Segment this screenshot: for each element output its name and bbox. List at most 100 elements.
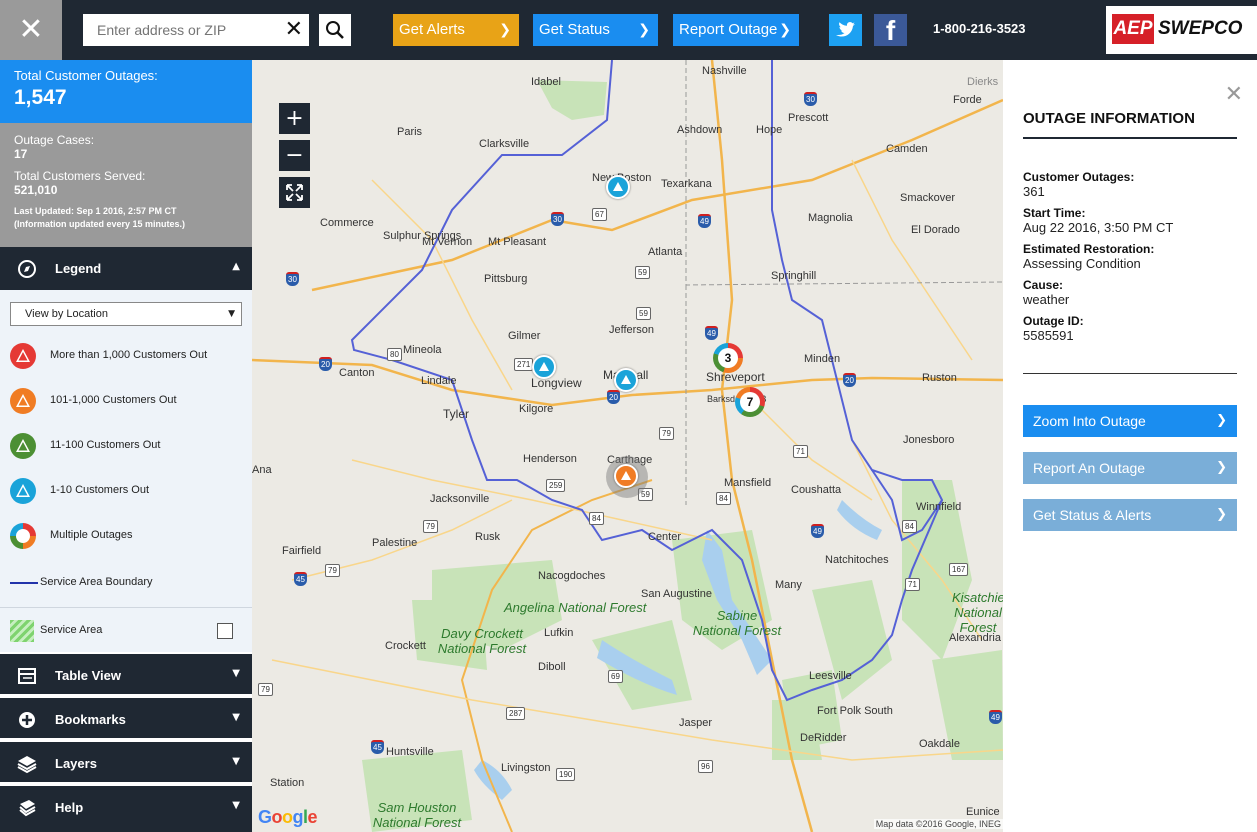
zoom-into-outage-button[interactable]: Zoom Into Outage ❯ — [1023, 405, 1237, 437]
field-value: 5585591 — [1023, 328, 1074, 343]
map-label: Jonesboro — [903, 434, 955, 446]
service-area-checkbox[interactable] — [217, 623, 233, 639]
total-outages-box: Total Customer Outages: 1,547 — [0, 60, 252, 123]
map-label: Many — [775, 579, 802, 591]
highway-shield: 259 — [546, 479, 566, 492]
report-outage-button[interactable]: Report Outage ❯ — [673, 14, 799, 46]
report-an-outage-button[interactable]: Report An Outage ❯ — [1023, 452, 1237, 484]
interstate-shield: 49 — [989, 710, 1002, 724]
map-label: Dierks — [967, 76, 999, 88]
zoom-in-button[interactable]: + — [279, 103, 310, 134]
get-status-alerts-button[interactable]: Get Status & Alerts ❯ — [1023, 499, 1237, 531]
phone-number[interactable]: 1-800-216-3523 — [933, 21, 1026, 36]
highway-shield: 80 — [387, 348, 402, 361]
outage-info-fields: Customer Outages: 361 Start Time: Aug 22… — [1023, 170, 1237, 350]
map-label: Davy Crockett National Forest — [437, 626, 527, 656]
outage-cluster-barksdale[interactable]: 7 — [735, 387, 765, 417]
map-label: Commerce — [320, 217, 374, 229]
highway-shield: 271 — [514, 358, 534, 371]
field-value: Assessing Condition — [1023, 256, 1141, 271]
clear-search-icon[interactable]: ✕ — [285, 17, 303, 43]
highway-shield: 167 — [949, 563, 969, 576]
map-label: Fairfield — [282, 545, 322, 557]
aep-swepco-logo[interactable]: AEP SWEPCO — [1106, 6, 1257, 54]
table-view-section[interactable]: Table View ▼ — [0, 652, 252, 694]
red-triangle-marker-icon — [10, 343, 36, 369]
get-alerts-button[interactable]: Get Alerts ❯ — [393, 14, 519, 46]
view-by-select[interactable]: View by Location ▼ — [10, 302, 242, 326]
chevron-right-icon: ❯ — [1216, 507, 1227, 522]
bookmarks-label: Bookmarks — [55, 712, 126, 727]
map-label: Springhill — [771, 270, 817, 282]
service-area-row: Service Area — [0, 607, 252, 652]
map-label: Shreveport — [706, 370, 765, 384]
highway-shield: 71 — [793, 445, 808, 458]
table-icon — [18, 668, 36, 684]
top-bar: ✕ ✕ Get Alerts ❯ Get Status ❯ Report Outag… — [0, 0, 1257, 60]
close-info-button[interactable]: ✕ — [1225, 82, 1243, 107]
field-label: Cause: — [1023, 278, 1064, 292]
map-label: Jasper — [679, 717, 713, 729]
twitter-button[interactable] — [829, 14, 862, 46]
close-panel-button[interactable]: ✕ — [0, 0, 62, 60]
google-logo[interactable]: Google — [258, 807, 318, 828]
map-label: Tyler — [443, 407, 470, 421]
map-label: Clarksville — [479, 138, 530, 150]
legend-header[interactable]: Legend ▲ — [0, 247, 252, 290]
legend-label: More than 1,000 Customers Out — [50, 349, 208, 361]
interstate-shield: 20 — [607, 390, 620, 404]
outage-cluster-shreveport[interactable]: 3 — [713, 343, 743, 373]
caret-down-icon: ▼ — [232, 712, 240, 723]
outage-marker-1-10[interactable] — [606, 175, 630, 199]
map-label: Idabel — [531, 76, 561, 88]
legend-item-101-1000: 101-1,000 Customers Out — [0, 380, 252, 425]
boundary-line-icon — [10, 582, 38, 584]
map-label: San Augustine — [641, 588, 712, 600]
field-label: Estimated Restoration: — [1023, 242, 1155, 256]
map-label: Natchitoches — [825, 554, 889, 566]
search-button[interactable] — [319, 14, 351, 46]
legend-item-boundary: Service Area Boundary — [0, 560, 252, 605]
facebook-button[interactable]: f — [874, 14, 907, 46]
legend-label: Service Area Boundary — [40, 576, 153, 588]
report-outage-label: Report Outage — [679, 21, 778, 38]
search-box: ✕ — [83, 14, 309, 46]
map-label: Henderson — [523, 453, 577, 465]
zoom-out-button[interactable]: − — [279, 140, 310, 171]
chevron-right-icon: ❯ — [1216, 413, 1227, 428]
map-label: Jefferson — [609, 324, 655, 336]
highway-shield: 59 — [636, 307, 651, 320]
interstate-shield: 30 — [804, 92, 817, 106]
update-note-text: (Information updated every 15 minutes.) — [14, 219, 186, 229]
outage-marker-1-10[interactable] — [614, 368, 638, 392]
map-label: Oakdale — [919, 738, 960, 750]
field-value: 361 — [1023, 184, 1045, 199]
get-status-label: Get Status — [539, 21, 610, 38]
help-section[interactable]: Help ▼ — [0, 784, 252, 832]
report-an-outage-label: Report An Outage — [1033, 460, 1146, 476]
map-label: Diboll — [538, 661, 566, 673]
service-area-label: Service Area — [40, 624, 103, 636]
last-updated-text: Last Updated: Sep 1 2016, 2:57 PM CT — [14, 206, 177, 216]
map-label: Coushatta — [791, 484, 842, 496]
chevron-right-icon: ❯ — [1216, 460, 1227, 475]
bookmarks-section[interactable]: Bookmarks ▼ — [0, 696, 252, 738]
legend-item-multiple: Multiple Outages — [0, 515, 252, 560]
field-label: Outage ID: — [1023, 314, 1084, 328]
map-label: Prescott — [788, 112, 829, 124]
outage-map[interactable]: Idabel Nashville Hope Ashdown Prescott P… — [252, 60, 1003, 832]
map-label: Kisatchie National Forest — [952, 590, 1003, 635]
layers-section[interactable]: Layers ▼ — [0, 740, 252, 782]
map-label: Mineola — [403, 344, 442, 356]
customers-served-label: Total Customers Served: — [14, 169, 146, 183]
highway-shield: 59 — [635, 266, 650, 279]
map-label: Crockett — [385, 640, 426, 652]
caret-down-icon: ▼ — [232, 756, 240, 767]
outage-marker-101-1000-selected[interactable] — [614, 464, 638, 488]
address-search-input[interactable] — [83, 14, 273, 46]
fullscreen-button[interactable] — [279, 177, 310, 208]
get-status-button[interactable]: Get Status ❯ — [533, 14, 658, 46]
orange-triangle-marker-icon — [10, 388, 36, 414]
highway-shield: 71 — [905, 578, 920, 591]
outage-marker-1-10[interactable] — [532, 355, 556, 379]
